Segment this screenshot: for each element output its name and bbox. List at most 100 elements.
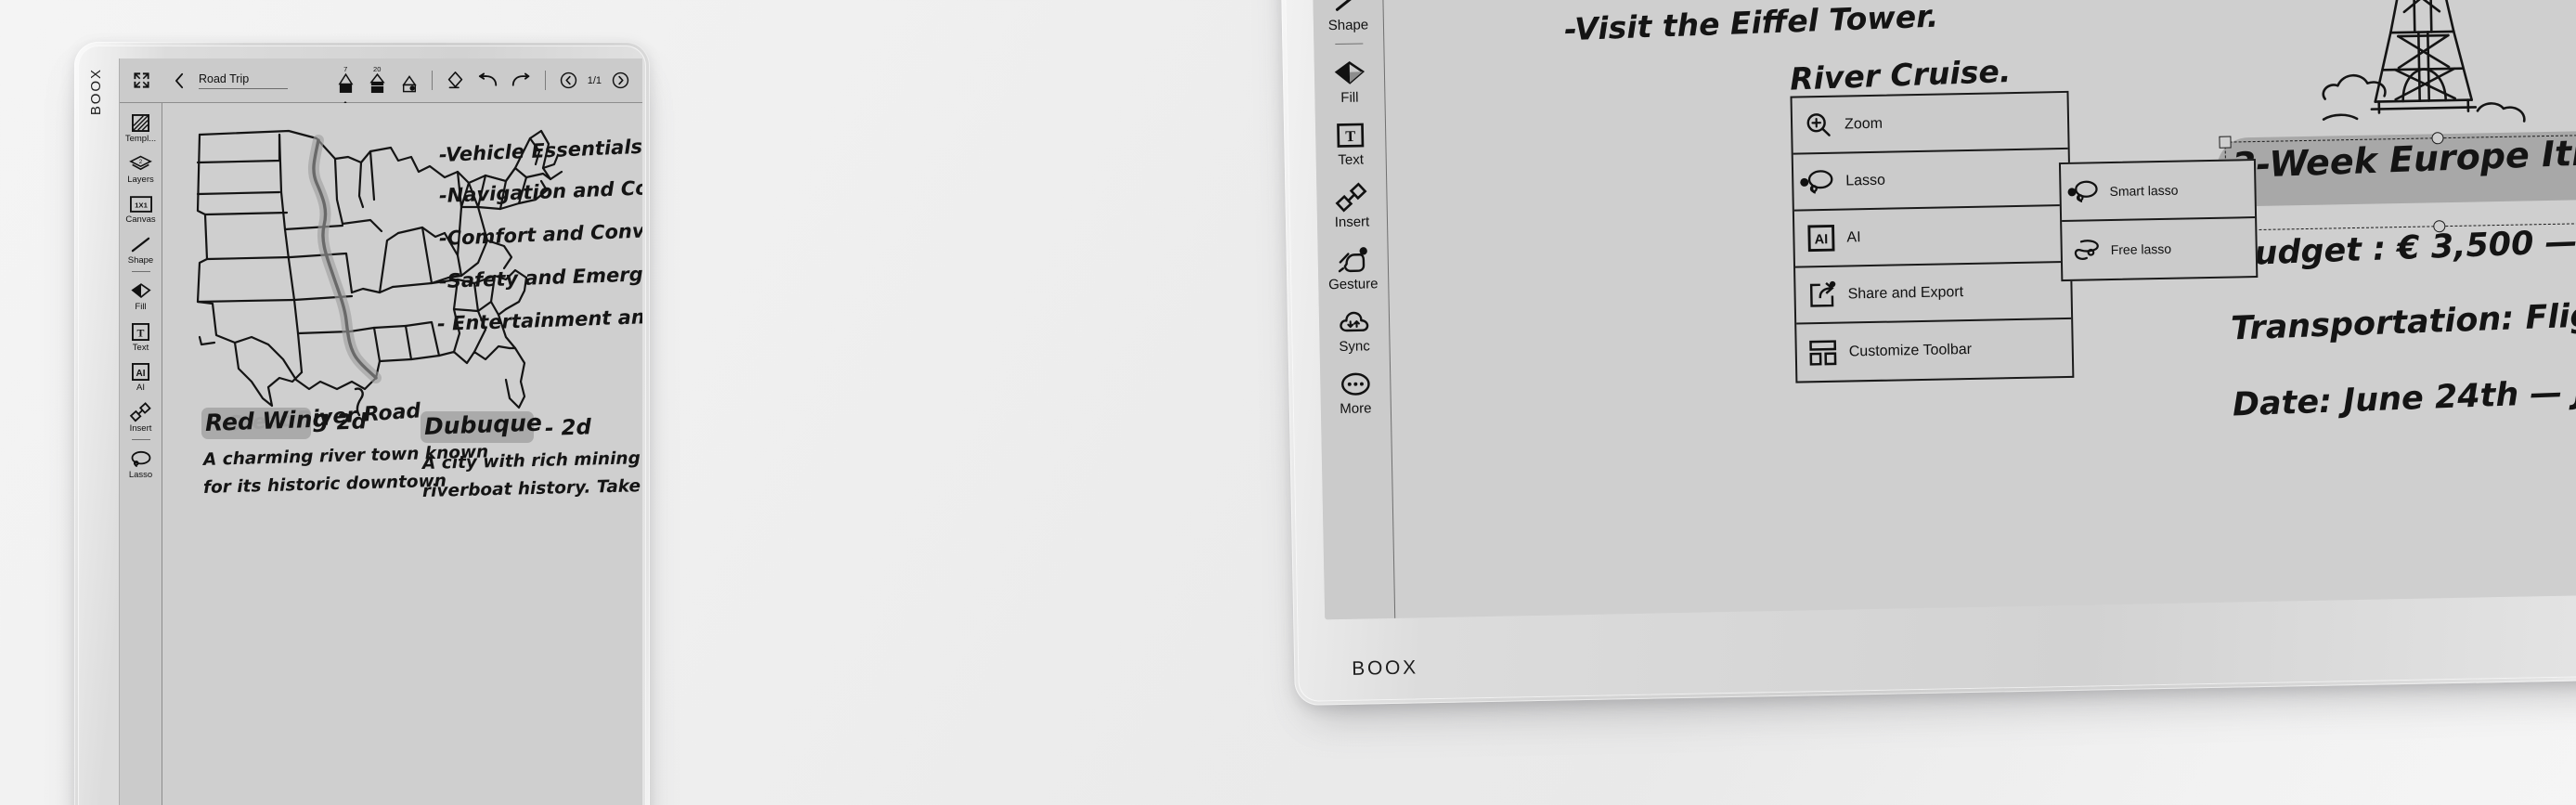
sidebar-label-ai: AI [136,383,145,393]
svg-text:AI: AI [1814,232,1828,247]
undo-button[interactable] [478,72,498,88]
next-page-button[interactable] [612,71,629,89]
sidebar-label-lasso: Lasso [128,470,153,480]
sidebar-item-shape-right[interactable]: Shape [1312,0,1383,39]
week-item-1: River Cruise. [1789,52,2012,97]
submenu-label-free-lasso: Free lasso [2110,240,2172,258]
sidebar-label-gesture: Gesture [1327,276,1379,293]
sidebar-label-text: Text [132,342,149,353]
sidebar-item-layers[interactable]: 2 Layers [120,148,162,188]
submenu-item-smart-lasso[interactable]: Smart lasso [2060,161,2256,223]
card-duration-0: - 2d [319,409,368,435]
menu-item-ai[interactable]: AI AI [1793,205,2070,268]
left-tool-rail: Templ... 2 Layers 1X1 Canvas Shape Fill … [120,103,162,805]
insert-icon [129,402,151,422]
rail-divider-2 [131,439,150,440]
note-line-1: Transportation: Flight , Train , Metro , [2230,285,2576,348]
sidebar-item-sync[interactable]: Sync [1318,297,1390,360]
zoom-in-icon [1793,110,1845,139]
right-device-brand-logo: BOOX [1352,656,1419,680]
menu-item-lasso[interactable]: Lasso [1793,149,2069,212]
svg-text:AI: AI [136,369,146,379]
sidebar-item-fill[interactable]: Fill [120,275,162,316]
rail-divider-1 [131,271,150,272]
eiffel-tower-sketch [2322,0,2526,123]
shape-icon [131,235,150,254]
left-note-canvas[interactable]: Great River Road -Vehicle Essentials -Na… [162,103,642,805]
pen-tool[interactable]: 7 [338,64,354,108]
sidebar-item-insert-right[interactable]: Insert [1316,173,1388,236]
menu-item-share-export[interactable]: Share and Export [1795,262,2072,325]
text-icon: T [132,322,149,342]
highlighter-icon [401,73,418,95]
card-duration-1: - 2d [544,415,592,441]
sidebar-label-shape-right: Shape [1327,17,1369,34]
left-tablet-device: BOOX Road Trip 7 20 1/1 Templ... 2 Layer… [74,42,650,805]
sidebar-label-sync: Sync [1339,338,1370,356]
page-indicator: 1/1 [587,74,602,86]
submenu-item-free-lasso[interactable]: Free lasso [2062,218,2256,279]
note-title[interactable]: Road Trip [199,72,288,89]
sidebar-label-insert: Insert [129,422,152,434]
text-icon: T [1337,121,1365,149]
redo-button[interactable] [511,72,531,88]
sidebar-item-lasso[interactable]: Lasso [120,443,162,484]
right-tablet-device: BOOX Shape Fill T Text Insert Gesture Sy… [1276,0,2576,707]
submenu-label-smart-lasso: Smart lasso [2109,182,2179,200]
pen-icon [338,72,354,95]
sidebar-item-text[interactable]: T Text [120,316,162,357]
selection-handle-top-center[interactable] [2431,132,2444,145]
template-icon [132,113,149,133]
right-device-screen: Shape Fill T Text Insert Gesture Sync Mo… [1309,0,2576,620]
sidebar-item-gesture[interactable]: Gesture [1317,235,1389,298]
right-rail-divider-1 [1334,43,1363,45]
lasso-selection-box[interactable]: AI [2219,132,2576,237]
menu-item-customize-toolbar[interactable]: Customize Toolbar [1796,319,2072,382]
fill-icon [130,281,151,301]
sidebar-item-ai[interactable]: AI AI [120,356,162,396]
highlighter-tool[interactable] [401,72,418,95]
sidebar-label-template: Templ... [124,134,157,144]
share-export-icon [1795,280,1848,309]
sidebar-label-fill-right: Fill [1340,89,1359,106]
toolbar-divider [431,71,433,90]
customize-toolbar-icon [1797,339,1850,366]
back-button[interactable] [162,72,195,89]
lasso-submenu[interactable]: Smart lasso Free lasso [2058,159,2259,282]
sidebar-label-fill: Fill [135,302,147,312]
sidebar-item-fill-right[interactable]: Fill [1314,48,1385,111]
more-popup-menu[interactable]: Zoom Lasso AI AI Share and Export Custom… [1790,90,2075,383]
sidebar-item-canvas[interactable]: 1X1 Canvas [120,188,162,228]
note-line-2: Date: June 24th — July 14th [2232,369,2576,424]
previous-page-button[interactable] [560,71,577,89]
sidebar-item-template[interactable]: Templ... [120,107,162,148]
sidebar-label-layers: Layers [127,174,154,185]
left-top-toolbar: Road Trip 7 20 1/1 [120,58,642,108]
left-device-screen: Road Trip 7 20 1/1 Templ... 2 Layers 1X1… [119,58,642,805]
sidebar-item-shape[interactable]: Shape [120,228,162,269]
free-lasso-icon [2062,238,2110,263]
card-title-1: Dubuque [423,409,543,440]
submenu-selected-dot [2067,188,2077,197]
ai-icon: AI [1794,224,1847,253]
pen-tools-group: 7 20 [338,64,418,108]
shape-icon [1334,0,1363,15]
card-title-0: Red Wing [204,405,330,436]
edit-actions-group [447,71,531,90]
svg-text:T: T [1345,127,1355,145]
marker-tool[interactable]: 20 [369,66,385,96]
menu-label-ai: AI [1846,228,1861,245]
canvas-icon: 1X1 [129,194,152,214]
sidebar-item-text-right[interactable]: T Text [1314,110,1386,174]
eraser-button[interactable] [447,71,464,90]
pen-size-label: 7 [343,64,348,73]
chevron-left-icon [174,72,186,89]
menu-item-zoom[interactable]: Zoom [1792,92,2068,155]
lasso-icon [130,449,151,469]
sidebar-item-more[interactable]: More [1319,359,1391,422]
svg-text:1X1: 1X1 [135,201,148,209]
sidebar-item-insert[interactable]: Insert [120,396,162,437]
card-body-0-line-1: for its historic downtown [202,471,447,498]
selection-handle-top-left[interactable] [2219,136,2232,149]
fullscreen-button[interactable] [120,58,162,103]
